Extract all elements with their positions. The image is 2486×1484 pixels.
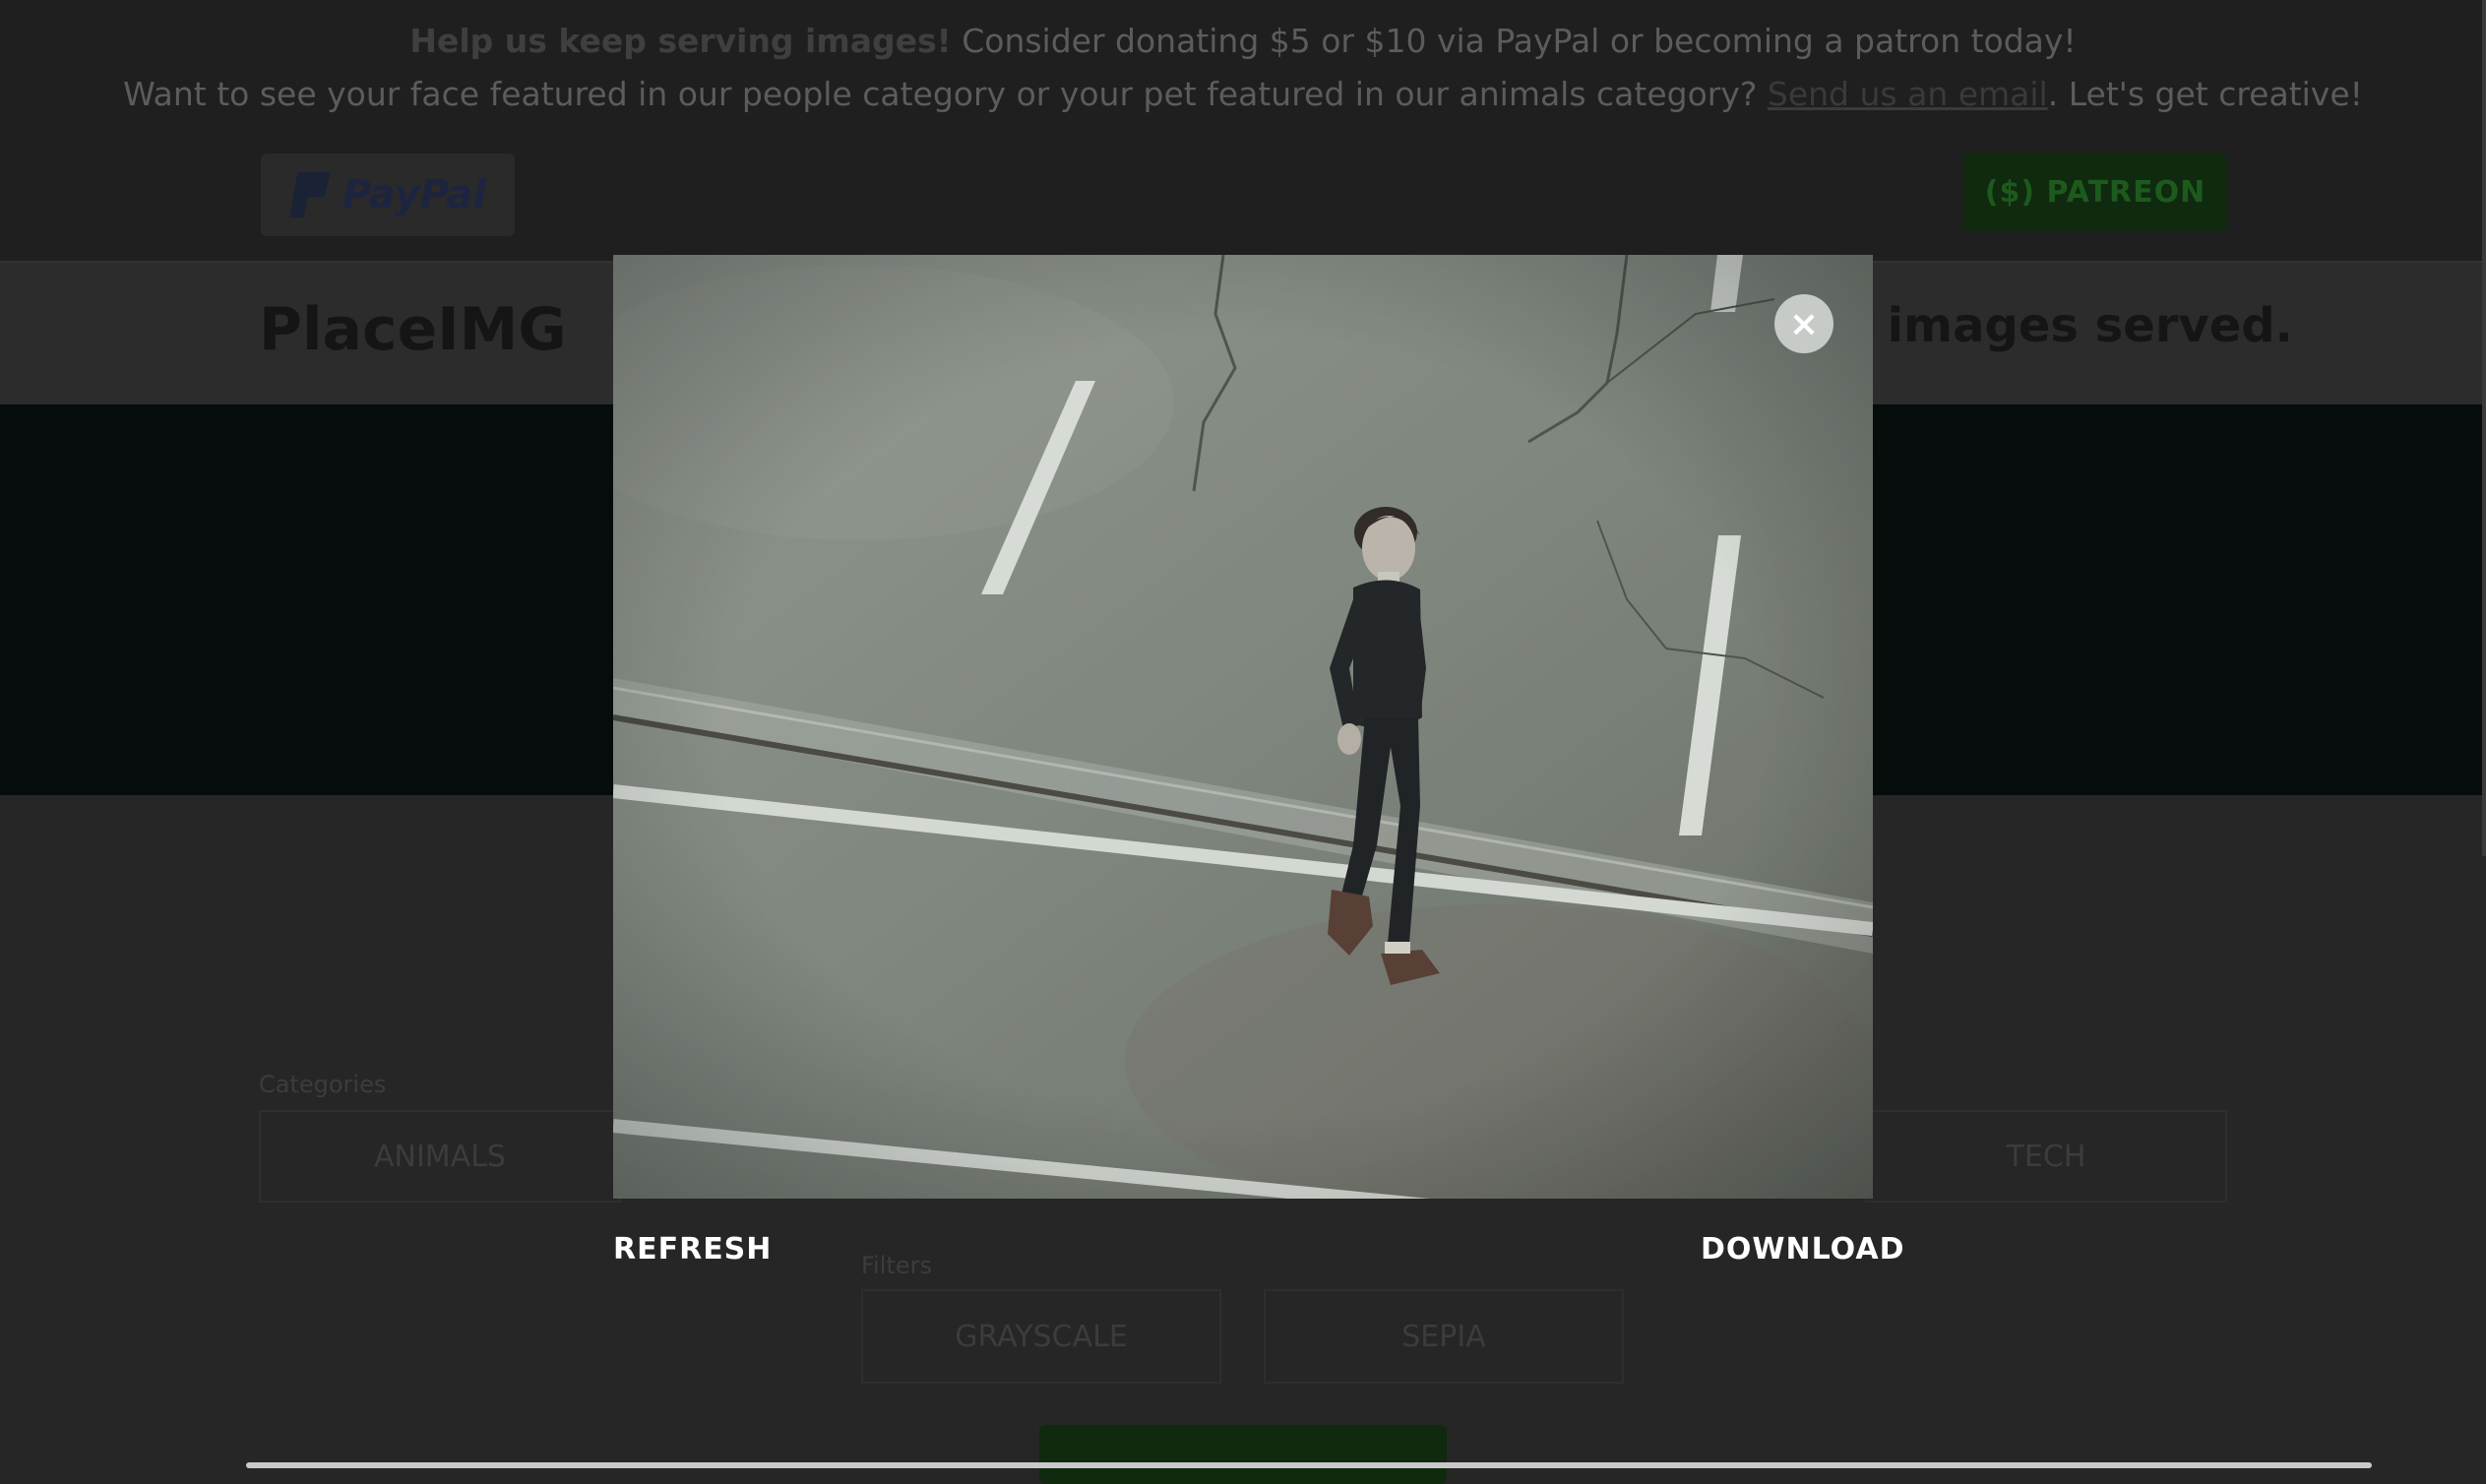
feature-message: Want to see your face featured in our pe… bbox=[0, 75, 2486, 113]
window-bottom-edge bbox=[246, 1462, 2372, 1468]
lightbox-image bbox=[613, 255, 1873, 1199]
paypal-label: PayPal bbox=[342, 172, 487, 217]
category-tech-button[interactable]: TECH bbox=[1865, 1110, 2227, 1203]
street-photo bbox=[613, 255, 1873, 1199]
category-animals-button[interactable]: ANIMALS bbox=[259, 1110, 621, 1203]
refresh-button[interactable]: REFRESH bbox=[613, 1232, 772, 1267]
filters-label: Filters bbox=[861, 1252, 932, 1279]
send-email-link[interactable]: Send us an email bbox=[1768, 75, 2048, 113]
page-scrollbar[interactable] bbox=[2482, 0, 2486, 856]
paypal-button[interactable]: PayPal bbox=[261, 154, 515, 236]
donation-text: Consider donating $5 or $10 via PayPal o… bbox=[951, 22, 2077, 60]
categories-label: Categories bbox=[259, 1071, 387, 1098]
filter-sepia-button[interactable]: SEPIA bbox=[1264, 1289, 1624, 1384]
download-button[interactable]: DOWNLOAD bbox=[1701, 1232, 1904, 1267]
filter-grayscale-button[interactable]: GRAYSCALE bbox=[861, 1289, 1221, 1384]
feature-text: Want to see your face featured in our pe… bbox=[123, 75, 1768, 113]
donation-message: Help us keep serving images! Consider do… bbox=[0, 22, 2486, 60]
patreon-button[interactable]: ($) PATREON bbox=[1963, 153, 2227, 231]
site-logo[interactable]: PlaceIMG bbox=[259, 295, 567, 364]
generate-button[interactable] bbox=[1039, 1425, 1447, 1484]
close-lightbox-button[interactable]: × bbox=[1774, 294, 1833, 353]
donation-heading: Help us keep serving images! bbox=[409, 22, 952, 60]
images-served-counter: f images served. bbox=[1850, 298, 2293, 353]
close-icon: × bbox=[1788, 303, 1820, 344]
paypal-icon bbox=[288, 172, 331, 217]
feature-text-end: . Let's get creative! bbox=[2047, 75, 2363, 113]
